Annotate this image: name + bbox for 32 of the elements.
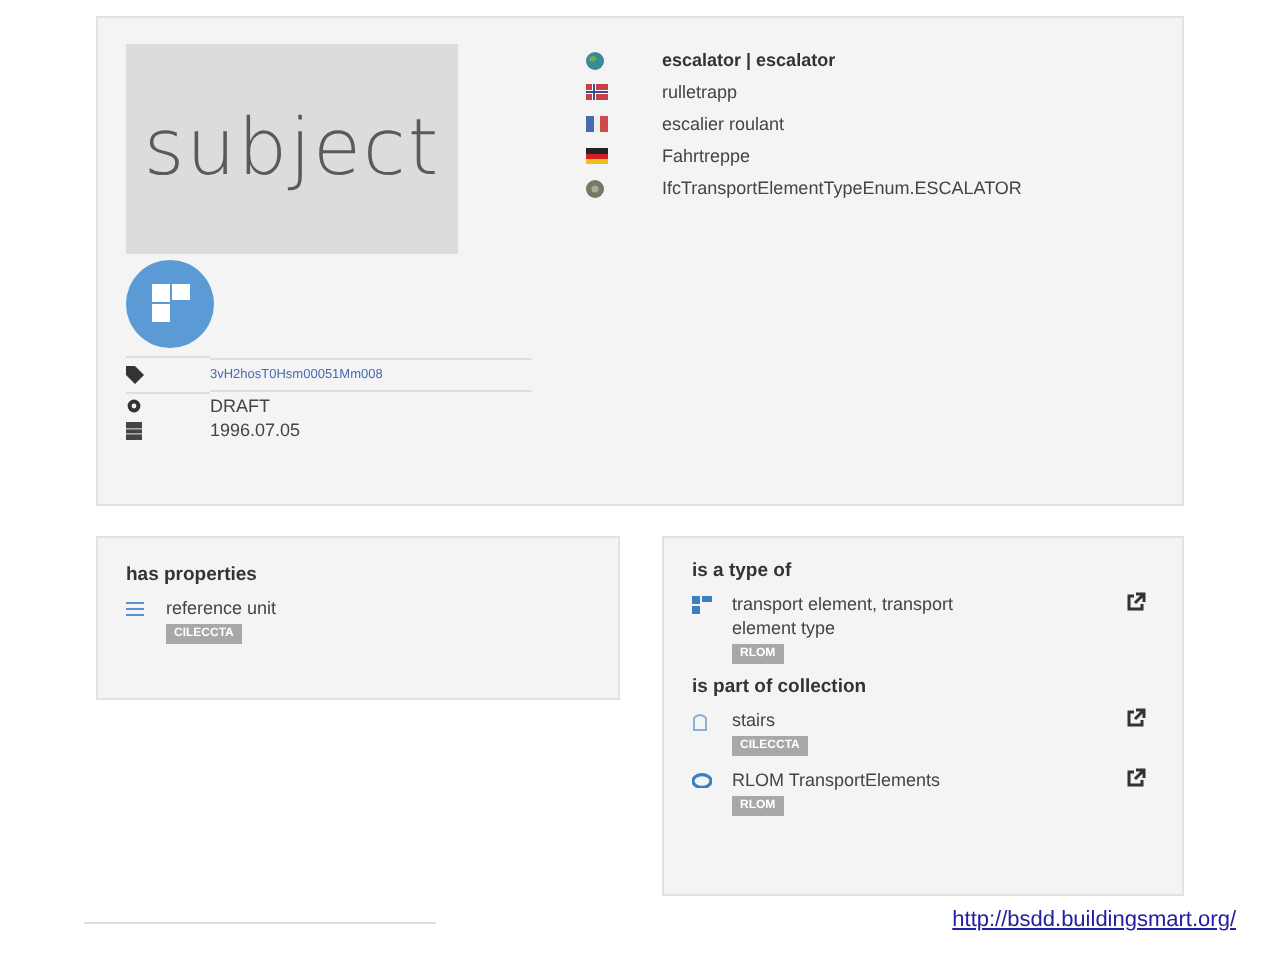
list-icon: [126, 602, 144, 616]
flag-icon: [586, 84, 608, 100]
external-link-icon[interactable]: [1126, 708, 1146, 728]
external-link-icon[interactable]: [1126, 768, 1146, 788]
status-text: DRAFT: [210, 396, 272, 416]
item-name[interactable]: reference unit: [166, 596, 426, 620]
url-link[interactable]: http://bsdd.buildingsmart.org/: [952, 908, 1236, 932]
gear-icon: [586, 179, 604, 197]
section-title: has properties: [126, 564, 259, 586]
cloud-icon: [692, 772, 712, 788]
section-title: is a type of: [692, 560, 794, 582]
name-text: IfcTransportElementTypeEnum.ESCALATOR: [662, 178, 1022, 198]
calendar-icon: [126, 421, 142, 439]
globe-icon: [586, 51, 604, 69]
item-name[interactable]: stairs: [732, 708, 992, 732]
name-text: escalier roulant: [662, 114, 787, 134]
name-text: rulletrapp: [662, 82, 740, 102]
container-icon: [692, 712, 708, 732]
section-title: is part of collection: [692, 676, 869, 698]
blocks-logo-icon: [126, 260, 214, 348]
flag-icon: [586, 148, 608, 164]
tag-icon: [126, 366, 144, 384]
flag-icon: [586, 116, 608, 132]
date-text: 1996.07.05: [210, 420, 303, 440]
name-text: escalator | escalator: [662, 50, 838, 70]
gear-icon: [126, 398, 142, 414]
item-name[interactable]: transport element, transport element type: [732, 592, 992, 640]
blocks-icon: [692, 596, 712, 614]
subject-label: subject: [143, 104, 441, 194]
external-link-icon[interactable]: [1126, 592, 1146, 612]
item-name[interactable]: RLOM TransportElements: [732, 768, 992, 792]
name-text: Fahrtreppe: [662, 146, 753, 166]
